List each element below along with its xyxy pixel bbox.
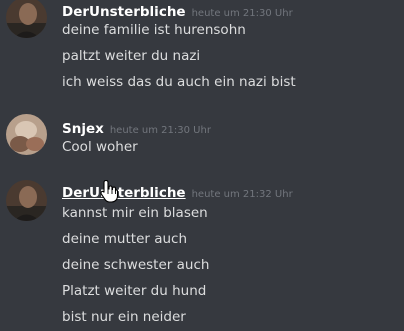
username[interactable]: DerUnsterbliche: [62, 4, 186, 20]
message-text: bist nur ein neider: [62, 309, 186, 325]
message-text: deine familie ist hurensohn: [62, 22, 246, 38]
username[interactable]: DerUnsterbliche: [62, 185, 186, 201]
message-text: deine mutter auch: [62, 231, 188, 247]
message-text: kannst mir ein blasen: [62, 205, 208, 221]
chat-messages: DerUnsterbliche heute um 21:30 Uhr deine …: [0, 0, 404, 331]
timestamp: heute um 21:32 Uhr: [191, 189, 293, 200]
message-text: deine schwester auch: [62, 257, 210, 273]
message-text: Platzt weiter du hund: [62, 283, 207, 299]
message-header: DerUnsterbliche heute um 21:30 Uhr: [62, 1, 293, 20]
message-header: DerUnsterbliche heute um 21:32 Uhr: [62, 182, 293, 201]
username[interactable]: Snjex: [62, 121, 104, 137]
message-text: paltzt weiter du nazi: [62, 48, 201, 64]
message-header: Snjex heute um 21:30 Uhr: [62, 118, 211, 137]
timestamp: heute um 21:30 Uhr: [191, 8, 293, 19]
message-text: ich weiss das du auch ein nazi bist: [62, 74, 296, 90]
hand-pointer-icon: [100, 179, 119, 203]
avatar-derunsterbliche[interactable]: [6, 0, 47, 38]
avatar-snjex[interactable]: [6, 114, 47, 155]
message-text: Cool woher: [62, 139, 138, 155]
avatar-derunsterbliche[interactable]: [6, 180, 47, 221]
timestamp: heute um 21:30 Uhr: [109, 125, 211, 136]
